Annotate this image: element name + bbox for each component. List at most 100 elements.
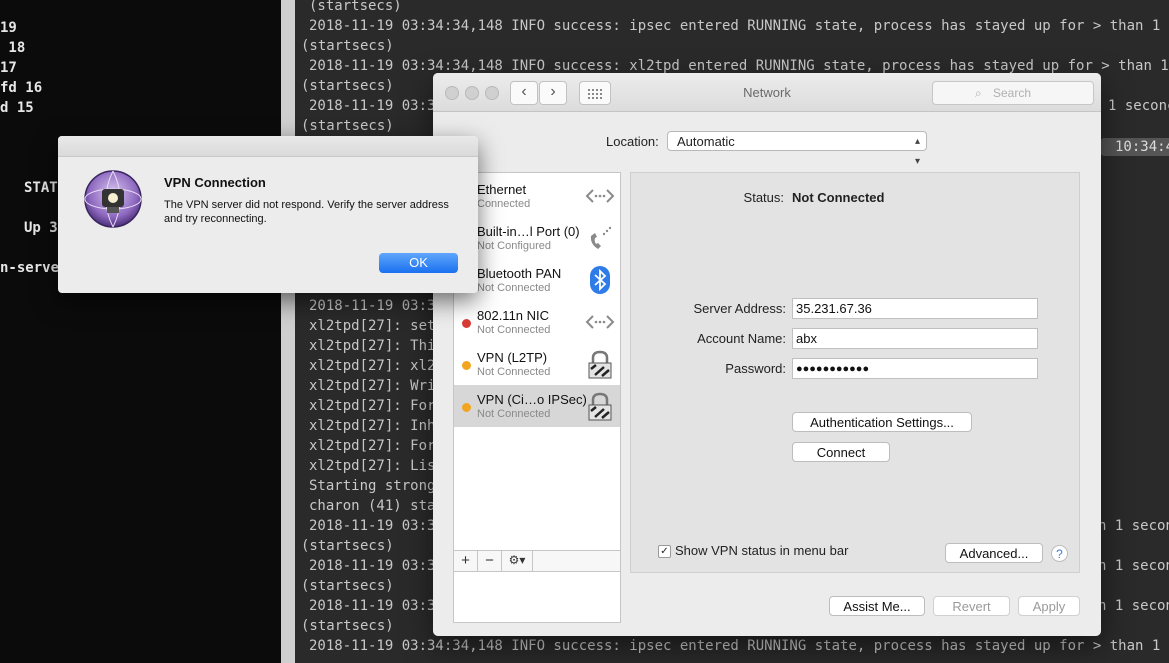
revert-button[interactable]: Revert [933,596,1010,616]
terminal-line: xl2tpd[27]: This [309,338,444,354]
help-button[interactable]: ? [1051,545,1068,562]
location-select[interactable]: Automatic ▴ ▾ [667,131,927,167]
terminal-line: xl2tpd[27]: Writ [309,378,444,394]
service-detail-pane: Status: Not Connected Server Address: 35… [630,172,1080,573]
vpn-connection-alert: VPN Connection The VPN server did not re… [58,136,478,293]
service-item-802-11n-nic[interactable]: 802.11n NIC Not Connected [454,301,620,343]
service-status: Not Connected [477,324,551,336]
terminal-time-badge: 10:34:4 [1093,138,1169,156]
location-label: Location: [606,134,659,149]
terminal-line: d 15 [0,100,34,116]
terminal-line-fragment: n 1 secon [1098,518,1169,534]
status-dot-red [462,319,471,328]
terminal-line: (startsecs) [301,118,394,134]
terminal-line: Starting strongS [309,478,444,494]
show-vpn-status-checkbox[interactable]: ✓ [658,545,671,558]
connect-button[interactable]: Connect [792,442,890,462]
ok-button[interactable]: OK [379,253,458,273]
assist-me-button[interactable]: Assist Me... [829,596,925,616]
terminal-line: (startsecs) [301,78,394,94]
status-label: Status: [743,190,784,205]
service-status: Not Connected [477,282,551,294]
service-status: Connected [477,198,531,210]
updown-chevron-icon: ▴ ▾ [914,136,920,167]
terminal-line: 2018-11-19 03:34 [309,518,444,534]
status-dot-amber [462,403,471,412]
terminal-line: xl2tpd[27]: sets [309,318,444,334]
left-terminal: 19 18 17 fd 16 d 15 STATE Up 36 n-server [0,0,281,663]
terminal-line: (startsecs) [309,0,402,14]
status-value: Not Connected [792,190,885,205]
service-item-ethernet[interactable]: Ethernet Connected [454,175,620,217]
phone-icon [590,226,612,249]
terminal-line: (startsecs) [301,578,394,594]
service-name: VPN (Ci…o IPSec) [477,392,587,407]
service-name: Built-in…l Port (0) [477,224,580,239]
status-dot-amber [462,361,471,370]
window-titlebar: ‹ › Network ⌕ Search [433,73,1101,112]
search-placeholder: Search [993,86,1032,100]
remove-service-button[interactable]: − [478,551,502,571]
service-name: Bluetooth PAN [477,266,562,281]
lock-icon [588,392,612,421]
bluetooth-icon [590,266,610,294]
terminal-line: 2018-11-19 03:34 [309,598,444,614]
add-service-button[interactable]: + [454,551,478,571]
terminal-line: 2018-11-19 03:34:34,148 INFO success: ip… [309,18,1169,34]
lock-icon [588,350,612,379]
service-item-vpn-cisco-ipsec[interactable]: VPN (Ci…o IPSec) Not Connected [454,385,620,427]
search-input[interactable]: ⌕ Search [932,81,1094,105]
ethernet-icon [585,315,615,329]
terminal-line: 17 [0,60,17,76]
alert-titlebar [58,136,478,157]
checkmark-icon: ✓ [660,546,669,557]
terminal-line: 2018-11-19 03:34:34,148 INFO success: ip… [309,638,1169,654]
location-value: Automatic [677,134,735,149]
terminal-line: (startsecs) [301,38,394,54]
account-name-field[interactable]: abx [792,328,1038,349]
terminal-line: xl2tpd[27]: Fork [309,398,444,414]
service-status: Not Connected [477,366,551,378]
terminal-line-fragment: n 1 secon [1098,558,1169,574]
server-address-field[interactable]: 35.231.67.36 [792,298,1038,319]
terminal-line: 2018-11-19 03:34 [309,298,444,314]
password-label: Password: [725,361,786,376]
search-icon: ⌕ [975,86,982,100]
terminal-line: 2018-11-19 03:34:34,148 INFO success: xl… [309,58,1169,74]
terminal-line: fd 16 [0,80,43,96]
service-status: Not Configured [477,240,551,252]
terminal-line-fragment: 1 seconc [1108,98,1169,114]
service-name: 802.11n NIC [477,308,550,323]
service-name: VPN (L2TP) [477,350,548,365]
service-item-built-in-port[interactable]: Built-in…l Port (0) Not Configured [454,217,620,259]
terminal-line: 2018-11-19 03:34 [309,558,444,574]
terminal-line: xl2tpd[27]: Inhe [309,418,444,434]
service-name: Ethernet [477,182,527,197]
terminal-line: 19 [0,20,17,36]
account-name-label: Account Name: [697,331,786,346]
terminal-split-divider[interactable] [281,0,295,663]
gear-icon[interactable]: ⚙▾ [502,551,533,571]
terminal-line-fragment: n 1 secon [1098,598,1169,614]
terminal-line: xl2tpd[27]: List [309,458,444,474]
alert-message: The VPN server did not respond. Verify t… [164,199,449,225]
authentication-settings-button[interactable]: Authentication Settings... [792,412,972,432]
advanced-button[interactable]: Advanced... [945,543,1043,563]
service-list-toolbar: + − ⚙▾ [453,550,621,572]
network-preferences-icon [84,170,142,228]
service-item-vpn-l2tp[interactable]: VPN (L2TP) Not Connected [454,343,620,385]
terminal-line: charon (41) star [309,498,444,514]
terminal-line: (startsecs) [301,538,394,554]
show-vpn-status-label: Show VPN status in menu bar [675,543,849,558]
network-preferences-window: ‹ › Network ⌕ Search Location: Automatic… [433,73,1101,636]
alert-title: VPN Connection [164,175,266,190]
terminal-line: xl2tpd[27]: Fork [309,438,444,454]
server-address-label: Server Address: [693,301,787,316]
password-field[interactable]: ●●●●●●●●●●● [792,358,1038,379]
service-item-bluetooth-pan[interactable]: Bluetooth PAN Not Connected [454,259,620,301]
terminal-line: (startsecs) [301,618,394,634]
terminal-line: 2018-11-19 03:34 [309,98,444,114]
ethernet-icon [585,189,615,203]
apply-button[interactable]: Apply [1018,596,1080,616]
service-status: Not Connected [477,408,551,420]
